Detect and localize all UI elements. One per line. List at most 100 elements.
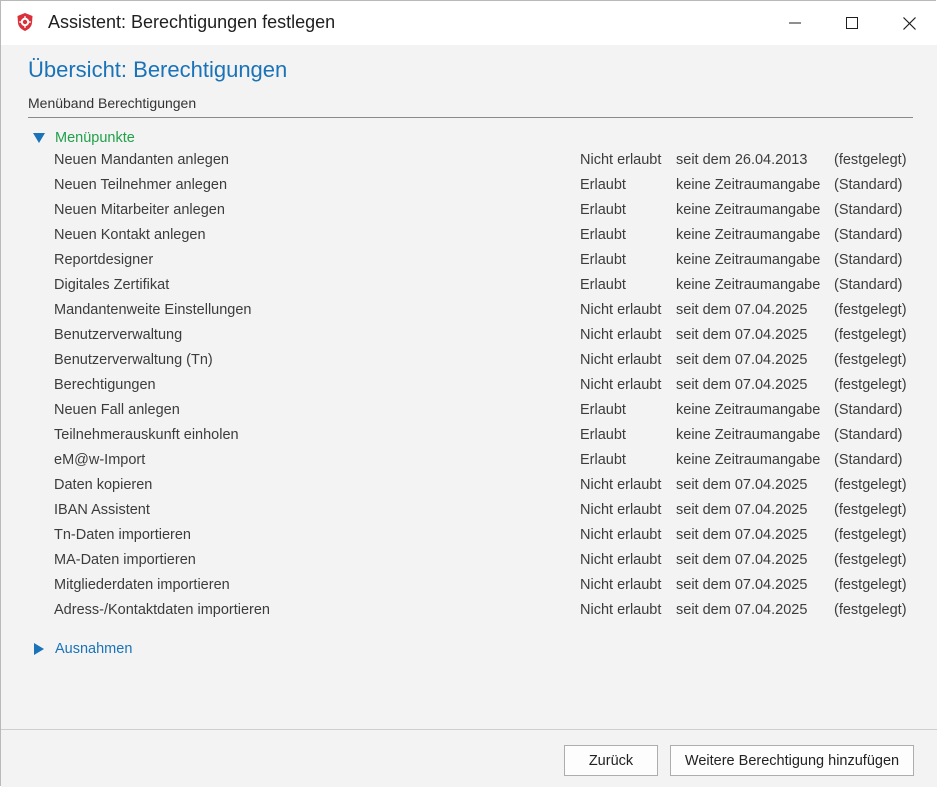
permission-row[interactable]: Teilnehmerauskunft einholen Erlaubt keine … xyxy=(1,424,937,449)
permission-status: Erlaubt xyxy=(580,227,626,243)
permission-row[interactable]: Neuen Teilnehmer anlegen Erlaubt keine Zei… xyxy=(1,174,937,199)
permission-kind: (festgelegt) xyxy=(834,502,907,518)
permission-row[interactable]: Mitgliederdaten importieren Nicht erlaubt… xyxy=(1,574,937,599)
permission-name: Digitales Zertifikat xyxy=(54,277,170,293)
permission-kind: (Standard) xyxy=(834,177,903,193)
permission-kind: (Standard) xyxy=(834,452,903,468)
permission-kind: (festgelegt) xyxy=(834,302,907,318)
permission-name: MA-Daten importieren xyxy=(54,552,196,568)
permission-name: Teilnehmerauskunft einholen xyxy=(54,427,239,443)
permission-kind: (festgelegt) xyxy=(834,527,907,543)
permission-row[interactable]: Digitales Zertifikat Erlaubt keine Zeitrau… xyxy=(1,274,937,299)
permission-kind: (festgelegt) xyxy=(834,377,907,393)
permission-status: Nicht erlaubt xyxy=(580,477,662,493)
header-divider xyxy=(28,117,913,118)
permission-period: seit dem 07.04.2025 xyxy=(676,552,808,568)
close-icon xyxy=(902,16,916,30)
permission-status: Erlaubt xyxy=(580,202,626,218)
permission-row[interactable]: Neuen Fall anlegen Erlaubt keine Zeitrauma… xyxy=(1,399,937,424)
maximize-icon xyxy=(846,17,858,29)
permission-name: Benutzerverwaltung xyxy=(54,327,183,343)
permission-row[interactable]: MA-Daten importieren Nicht erlaubt seit de… xyxy=(1,549,937,574)
permission-period: keine Zeitraumangabe xyxy=(676,227,821,243)
permission-status: Nicht erlaubt xyxy=(580,502,662,518)
permission-row[interactable]: Neuen Mitarbeiter anlegen Erlaubt keine Ze… xyxy=(1,199,937,224)
permission-status: Erlaubt xyxy=(580,252,626,268)
permission-row[interactable]: Neuen Kontakt anlegen Erlaubt keine Zeitra… xyxy=(1,224,937,249)
permission-status: Nicht erlaubt xyxy=(580,377,662,393)
section-menuepunkte-label: Menüpunkte xyxy=(55,130,135,146)
permission-name: IBAN Assistent xyxy=(54,502,150,518)
minimize-icon xyxy=(789,22,801,24)
footer-bar: Zurück Weitere Berechtigung hinzufügen xyxy=(1,729,937,787)
permission-row[interactable]: Tn-Daten importieren Nicht erlaubt seit de… xyxy=(1,524,937,549)
permission-kind: (festgelegt) xyxy=(834,577,907,593)
permission-period: seit dem 07.04.2025 xyxy=(676,602,808,618)
permission-period: seit dem 07.04.2025 xyxy=(676,377,808,393)
permission-name: Berechtigungen xyxy=(54,377,156,393)
permission-status: Erlaubt xyxy=(580,427,626,443)
permissions-list: Neuen Mandanten anlegen Nicht erlaubt seit… xyxy=(1,149,937,624)
permission-row[interactable]: Daten kopieren Nicht erlaubt seit dem 07.0… xyxy=(1,474,937,499)
permission-status: Nicht erlaubt xyxy=(580,527,662,543)
section-menuepunkte-toggle[interactable]: Menüpunkte xyxy=(32,128,135,148)
permission-period: seit dem 07.04.2025 xyxy=(676,477,808,493)
permission-row[interactable]: IBAN Assistent Nicht erlaubt seit dem 07.0… xyxy=(1,499,937,524)
permission-period: seit dem 26.04.2013 xyxy=(676,152,808,168)
permission-period: keine Zeitraumangabe xyxy=(676,452,821,468)
triangle-down-icon xyxy=(33,133,45,143)
permission-row[interactable]: Berechtigungen Nicht erlaubt seit dem 07.0… xyxy=(1,374,937,399)
permission-period: keine Zeitraumangabe xyxy=(676,177,821,193)
permission-row[interactable]: Neuen Mandanten anlegen Nicht erlaubt seit… xyxy=(1,149,937,174)
permission-name: eM@w-Import xyxy=(54,452,146,468)
permission-kind: (festgelegt) xyxy=(834,602,907,618)
back-button[interactable]: Zurück xyxy=(564,745,658,776)
title-bar: Assistent: Berechtigungen festlegen xyxy=(1,1,937,45)
permission-name: Neuen Fall anlegen xyxy=(54,402,180,418)
permission-row[interactable]: Reportdesigner Erlaubt keine Zeitraumangab… xyxy=(1,249,937,274)
permission-status: Nicht erlaubt xyxy=(580,602,662,618)
permission-kind: (festgelegt) xyxy=(834,477,907,493)
permission-name: Mandantenweite Einstellungen xyxy=(54,302,252,318)
permission-kind: (Standard) xyxy=(834,427,903,443)
section-ausnahmen-toggle[interactable]: Ausnahmen xyxy=(32,639,132,659)
permission-kind: (Standard) xyxy=(834,277,903,293)
minimize-button[interactable] xyxy=(772,5,818,41)
permission-row[interactable]: Adress-/Kontaktdaten importieren Nicht er… xyxy=(1,599,937,624)
permission-status: Nicht erlaubt xyxy=(580,302,662,318)
permission-row[interactable]: eM@w-Import Erlaubt keine Zeitraumangabe (S… xyxy=(1,449,937,474)
content-area: Übersicht: Berechtigungen Menüband Berec… xyxy=(1,45,937,729)
section-ausnahmen-label: Ausnahmen xyxy=(55,641,133,657)
permission-kind: (festgelegt) xyxy=(834,152,907,168)
permission-period: seit dem 07.04.2025 xyxy=(676,577,808,593)
permission-status: Erlaubt xyxy=(580,177,626,193)
permission-status: Erlaubt xyxy=(580,277,626,293)
permission-row[interactable]: Benutzerverwaltung (Tn) Nicht erlaubt seit… xyxy=(1,349,937,374)
permission-period: keine Zeitraumangabe xyxy=(676,427,821,443)
permission-period: seit dem 07.04.2025 xyxy=(676,502,808,518)
permission-kind: (Standard) xyxy=(834,252,903,268)
permission-kind: (Standard) xyxy=(834,227,903,243)
close-button[interactable] xyxy=(886,5,932,41)
permission-status: Nicht erlaubt xyxy=(580,327,662,343)
permission-name: Neuen Mandanten anlegen xyxy=(54,152,229,168)
permission-name: Benutzerverwaltung (Tn) xyxy=(54,352,213,368)
maximize-button[interactable] xyxy=(829,5,875,41)
wizard-window: Assistent: Berechtigungen festlegen Über… xyxy=(0,0,937,787)
permission-status: Erlaubt xyxy=(580,452,626,468)
permission-row[interactable]: Mandantenweite Einstellungen Nicht erlaub… xyxy=(1,299,937,324)
permission-period: keine Zeitraumangabe xyxy=(676,202,821,218)
permission-row[interactable]: Benutzerverwaltung Nicht erlaubt seit dem … xyxy=(1,324,937,349)
permission-name: Neuen Kontakt anlegen xyxy=(54,227,206,243)
permission-kind: (festgelegt) xyxy=(834,352,907,368)
add-permission-button[interactable]: Weitere Berechtigung hinzufügen xyxy=(670,745,914,776)
permission-status: Erlaubt xyxy=(580,402,626,418)
permission-period: keine Zeitraumangabe xyxy=(676,252,821,268)
permission-period: seit dem 07.04.2025 xyxy=(676,527,808,543)
page-title: Übersicht: Berechtigungen xyxy=(28,57,288,82)
permission-status: Nicht erlaubt xyxy=(580,552,662,568)
permission-kind: (Standard) xyxy=(834,202,903,218)
page-subtitle: Menüband Berechtigungen xyxy=(28,95,197,111)
window-title: Assistent: Berechtigungen festlegen xyxy=(48,12,336,32)
permission-name: Daten kopieren xyxy=(54,477,153,493)
